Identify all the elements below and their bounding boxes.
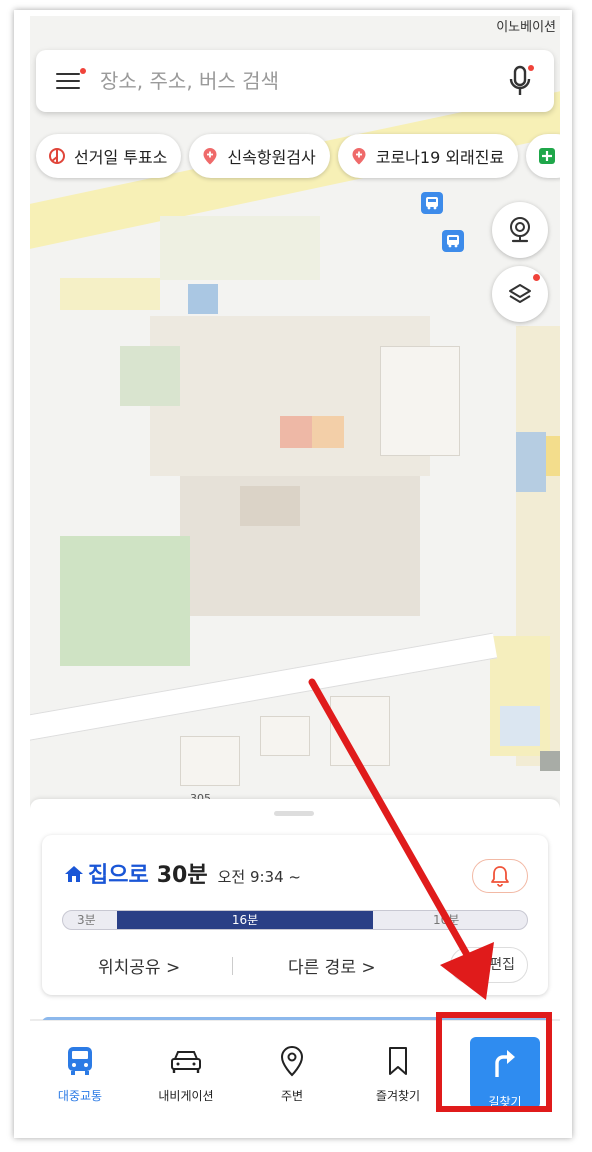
notification-dot [80, 68, 86, 74]
travel-time: 30분 [156, 863, 208, 888]
map-tile [120, 346, 180, 406]
destination-label: 집으로 [88, 863, 149, 888]
chip-polling-station[interactable]: 선거일 투표소 [36, 134, 182, 178]
menu-icon[interactable] [56, 68, 86, 92]
bus-stop-icon[interactable] [421, 192, 443, 214]
pin-plus-icon [350, 147, 368, 165]
quick-filter-chips: 선거일 투표소 신속항원검사 코로나19 외래진료 [36, 134, 560, 178]
home-icon [64, 864, 84, 884]
walk-segment: 10분 [433, 913, 460, 927]
bus-icon [30, 1043, 130, 1079]
tab-label: 대중교통 [57, 1089, 103, 1103]
sheet-handle[interactable] [274, 811, 314, 816]
tab-label: 내비게이션 [158, 1089, 214, 1103]
tab-label: 주변 [280, 1089, 304, 1103]
plus-icon [538, 147, 556, 165]
other-routes-link[interactable]: 다른 경로 > [288, 953, 376, 978]
tab-navigation[interactable]: 내비게이션 [136, 1043, 236, 1104]
map-view[interactable]: 305 이노베이션 [30, 16, 560, 806]
chip-rapid-antigen-test[interactable]: 신속항원검사 [189, 134, 330, 178]
share-location-link[interactable]: 위치공유 > [98, 953, 180, 978]
pin-plus-icon [201, 147, 219, 165]
pin-icon [242, 1043, 342, 1079]
map-tile [546, 436, 560, 476]
bookmark-icon [348, 1043, 448, 1079]
building [380, 346, 460, 456]
map-tile [312, 416, 344, 448]
building [180, 736, 240, 786]
building [260, 716, 310, 756]
divider [232, 957, 233, 975]
commute-header: 집으로 30분 오전 9:34 ~ [64, 857, 301, 889]
highlight-box [436, 1012, 552, 1112]
map-tile [160, 216, 320, 280]
layers-button[interactable] [492, 266, 548, 322]
commute-actions: 위치공유 > 다른 경로 > 주소편집 [42, 947, 548, 983]
commute-card[interactable]: 집으로 30분 오전 9:34 ~ 3분 16분 10분 위치공유 > 다른 경… [42, 835, 548, 995]
chip-label: 신속항원검사 [227, 148, 316, 167]
park-area [60, 536, 190, 666]
route-time-bar: 3분 16분 10분 [62, 910, 528, 930]
map-tile [60, 278, 160, 310]
map-tile [280, 416, 312, 448]
building [330, 696, 390, 766]
departure-time: 오전 9:34 ~ [217, 868, 301, 886]
ballot-icon [48, 147, 66, 165]
cctv-button[interactable] [492, 202, 548, 258]
app-screen: 305 이노베이션 [30, 16, 560, 1128]
cctv-icon [510, 217, 530, 243]
tab-favorites[interactable]: 즐겨찾기 [348, 1043, 448, 1104]
transit-segment: 16분 [117, 911, 373, 929]
bus-stop-icon[interactable] [442, 230, 464, 252]
commute-sheet: 집으로 30분 오전 9:34 ~ 3분 16분 10분 위치공유 > 다른 경… [30, 799, 560, 1025]
edit-address-button[interactable]: 주소편집 [450, 947, 528, 983]
search-input[interactable] [100, 69, 480, 93]
chip-label: 코로나19 외래진료 [375, 148, 505, 167]
layers-icon [509, 284, 531, 303]
walk-segment: 3분 [77, 913, 96, 927]
microphone-icon[interactable] [506, 64, 536, 98]
status-corner-text: 이노베이션 [496, 20, 556, 35]
map-tile [240, 486, 300, 526]
bell-icon [491, 866, 509, 887]
chip-more[interactable] [526, 134, 560, 178]
car-icon [136, 1043, 236, 1079]
chip-label: 선거일 투표소 [74, 148, 168, 167]
map-tile [516, 432, 546, 492]
notification-dot [533, 274, 540, 281]
chip-covid-clinic[interactable]: 코로나19 외래진료 [337, 134, 519, 178]
map-tile [188, 284, 218, 314]
search-bar[interactable] [36, 50, 554, 112]
tab-public-transit[interactable]: 대중교통 [30, 1043, 130, 1104]
alarm-button[interactable] [472, 859, 528, 893]
tab-label: 즐겨찾기 [375, 1089, 421, 1103]
map-tile [540, 751, 560, 771]
map-tile [180, 476, 420, 616]
tab-nearby[interactable]: 주변 [242, 1043, 342, 1104]
map-tile [500, 706, 540, 746]
screenshot-frame: 305 이노베이션 [14, 10, 572, 1138]
